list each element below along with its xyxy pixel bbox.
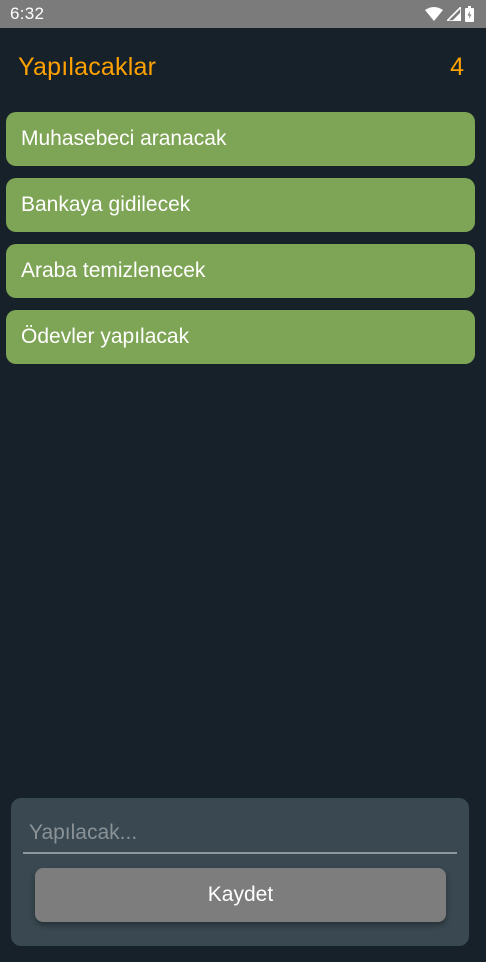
signal-icon (447, 7, 461, 21)
todo-input[interactable] (23, 814, 457, 854)
save-button[interactable]: Kaydet (35, 868, 446, 922)
status-time: 6:32 (10, 4, 45, 23)
task-count: 4 (450, 52, 464, 81)
list-item[interactable]: Araba temizlenecek (6, 244, 475, 298)
status-icons (425, 6, 474, 22)
new-todo-card: Kaydet (11, 798, 469, 946)
status-bar: 6:32 (0, 0, 486, 28)
wifi-icon (425, 7, 443, 21)
page-title: Yapılacaklar (18, 52, 157, 81)
battery-icon (465, 6, 474, 22)
todo-list: Muhasebeci aranacak Bankaya gidilecek Ar… (6, 112, 475, 376)
list-item[interactable]: Muhasebeci aranacak (6, 112, 475, 166)
list-item[interactable]: Bankaya gidilecek (6, 178, 475, 232)
list-item[interactable]: Ödevler yapılacak (6, 310, 475, 364)
app-header: Yapılacaklar 4 (0, 28, 486, 106)
